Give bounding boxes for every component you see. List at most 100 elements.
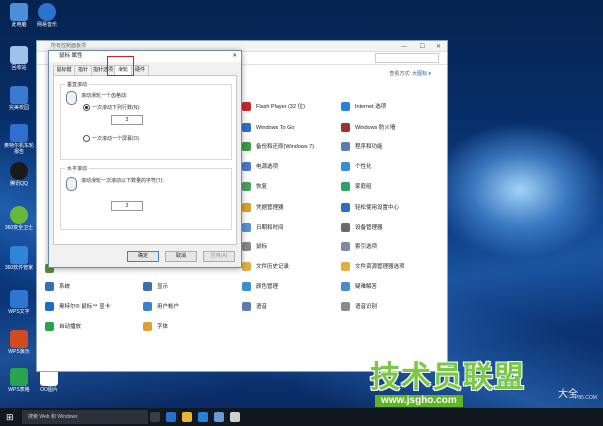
cp-item-ease-of-access[interactable]: 轻松使用设置中心 (341, 202, 399, 214)
vertical-scroll-label: 垂直滚动 (65, 81, 90, 88)
taskbar-search[interactable]: 搜索 Web 和 Windows (22, 410, 148, 424)
wheel-pane: 垂直滚动 滚动滑轮一个齿格动: 一次滚动下列行数(N): 3 一次滚动一个屏幕(… (53, 75, 237, 245)
dialog-close-button[interactable]: ✕ (232, 51, 237, 62)
wps-presentation-icon (10, 330, 28, 348)
dialog-title: 鼠标 属性 (59, 53, 83, 59)
cp-item-firewall[interactable]: Windows 防火墙 (341, 122, 395, 134)
backup-icon (242, 142, 251, 152)
credential-icon (242, 203, 251, 213)
mouse-properties-dialog: 鼠标 属性 ✕ 鼠标键 指针 指针选项 滑轮 硬件 垂直滚动 滚动滑轮一个齿格动… (48, 50, 242, 268)
cp-item-file-history[interactable]: 文件历史记录 (242, 261, 289, 273)
close-button[interactable]: ✕ (436, 42, 441, 52)
desktop: 此电脑 网易音乐 回收站 完美校园 奥特尔机车轮报告 腾讯QQ 360安全卫士 … (0, 0, 603, 408)
mouse-icon (242, 242, 251, 252)
radio-lines-label: 一次滚动下列行数(N): (92, 105, 141, 111)
desktop-icon-label: WPS文字 (8, 309, 30, 315)
cp-item-display[interactable]: 显示 (143, 281, 168, 293)
user-icon (143, 302, 152, 312)
search-input[interactable] (375, 53, 439, 63)
cp-item-personalization[interactable]: 个性化 (341, 161, 372, 173)
desktop-icon-music[interactable]: 网易音乐 (31, 3, 63, 28)
chars-stepper[interactable]: 3 (111, 201, 143, 211)
windows-start-icon[interactable]: ⊞ (6, 412, 16, 422)
cp-item-mouse[interactable]: 鼠标 (242, 241, 267, 253)
ok-button[interactable]: 确定 (127, 251, 159, 262)
file-history-icon (242, 262, 251, 272)
qq-icon (10, 162, 28, 180)
desktop-icon-label: 回收站 (11, 65, 27, 71)
file-explorer-icon[interactable] (182, 412, 192, 422)
cp-item-recovery[interactable]: 恢复 (242, 181, 267, 193)
radio-screen[interactable] (83, 135, 90, 142)
personalize-icon (341, 162, 350, 172)
maximize-button[interactable]: ☐ (420, 42, 425, 52)
music-app-icon (38, 3, 56, 21)
report-app-icon (10, 124, 28, 142)
desktop-icon-wps-presentation[interactable]: WPS演示 (3, 330, 35, 355)
desktop-icon-report[interactable]: 奥特尔机车轮报告 (3, 124, 35, 155)
cp-item-explorer-options[interactable]: 文件资源管理器选项 (341, 261, 405, 273)
desktop-icon-label: 360安全卫士 (4, 225, 34, 231)
lines-stepper[interactable]: 3 (111, 115, 143, 125)
recycle-bin-icon (10, 46, 28, 64)
taskbar: ⊞ 搜索 Web 和 Windows (0, 408, 603, 426)
cp-item-system[interactable]: 系统 (45, 281, 70, 293)
cp-item-datetime[interactable]: 日期和时间 (242, 222, 284, 234)
wheel-icon (66, 177, 77, 191)
cp-item-indexing[interactable]: 索引选项 (341, 241, 377, 253)
software-manager-icon (10, 246, 28, 264)
view-value[interactable]: 大图标 ▾ (412, 71, 431, 77)
desktop-icon-label: 网易音乐 (36, 22, 57, 28)
desktop-icon-qq[interactable]: 腾讯QQ (3, 162, 35, 187)
mouse-settings-taskbar-icon[interactable] (230, 412, 240, 422)
cp-item-backup[interactable]: 备份和还原(Windows 7) (242, 141, 314, 153)
cp-item-color[interactable]: 颜色管理 (242, 281, 278, 293)
view-mode[interactable]: 查看方式: 大图标 ▾ (389, 70, 431, 77)
watermark-logo: 技术员联盟 (370, 360, 525, 395)
vertical-scroll-desc: 滚动滑轮一个齿格动: (81, 93, 128, 99)
view-label: 查看方式: (389, 71, 411, 77)
edge-browser-icon[interactable] (166, 412, 176, 422)
cp-item-internet-options[interactable]: Internet 选项 (341, 101, 386, 113)
cp-item-user-accounts[interactable]: 用户帐户 (143, 301, 179, 313)
horizontal-scroll-group: 水平滚动 滚动滑轮一次滚动以下数量的字符(T): 3 (60, 165, 232, 230)
cp-item-speech-recognition[interactable]: 语音识别 (341, 301, 377, 313)
clock-icon (242, 223, 251, 233)
desktop-icon-campus[interactable]: 完美校园 (3, 86, 35, 111)
desktop-icon-wps-writer[interactable]: WPS文字 (3, 290, 35, 315)
watermark-small: P85.COM (575, 395, 597, 401)
desktop-icon-wps-spreadsheet[interactable]: WPS表格 (3, 368, 35, 393)
control-panel-taskbar-icon[interactable] (214, 412, 224, 422)
usb-drive-icon (242, 123, 251, 133)
cp-item-flash[interactable]: Flash Player (32 位) (242, 101, 305, 113)
task-view-icon[interactable] (150, 412, 160, 422)
desktop-icon-360-software[interactable]: 360软件管家 (3, 246, 35, 271)
desktop-icon-recycle-bin[interactable]: 回收站 (3, 46, 35, 71)
minimize-button[interactable]: — (401, 42, 407, 52)
window-title: 所有控制面板项 (51, 43, 87, 49)
cp-item-troubleshooting[interactable]: 疑难解答 (341, 281, 377, 293)
vertical-scroll-group: 垂直滚动 滚动滑轮一个齿格动: 一次滚动下列行数(N): 3 一次滚动一个屏幕(… (60, 81, 232, 160)
horizontal-scroll-label: 水平滚动 (65, 165, 90, 172)
cp-item-device-manager[interactable]: 设备管理器 (341, 222, 383, 234)
desktop-icon-label: 腾讯QQ (10, 181, 28, 187)
cp-item-fonts[interactable]: 字体 (143, 321, 168, 333)
cp-item-speech[interactable]: 语音 (242, 301, 267, 313)
cp-item-credentials[interactable]: 凭据管理器 (242, 202, 284, 214)
desktop-icon-360-security[interactable]: 360安全卫士 (3, 206, 35, 231)
cp-item-power[interactable]: 电源选项 (242, 161, 278, 173)
cancel-button[interactable]: 取消 (165, 251, 197, 262)
horizontal-scroll-desc: 滚动滑轮一次滚动以下数量的字符(T): (81, 178, 164, 184)
cp-item-homegroup[interactable]: 家庭组 (341, 181, 372, 193)
cp-item-graphics[interactable]: 奥特尔® 鼠标™ 显卡 (45, 301, 110, 313)
apply-button[interactable]: 应用(A) (203, 251, 235, 262)
cp-item-windows-to-go[interactable]: Windows To Go (242, 122, 294, 134)
store-icon[interactable] (198, 412, 208, 422)
display-icon (143, 282, 152, 292)
desktop-icon-label: 奥特尔机车轮报告 (3, 143, 34, 155)
radio-lines[interactable] (83, 104, 90, 111)
cp-item-autoplay[interactable]: 自动播放 (45, 321, 81, 333)
desktop-icon-label: 360软件管家 (4, 265, 34, 271)
cp-item-programs[interactable]: 程序和功能 (341, 141, 383, 153)
microphone-icon (341, 302, 350, 312)
